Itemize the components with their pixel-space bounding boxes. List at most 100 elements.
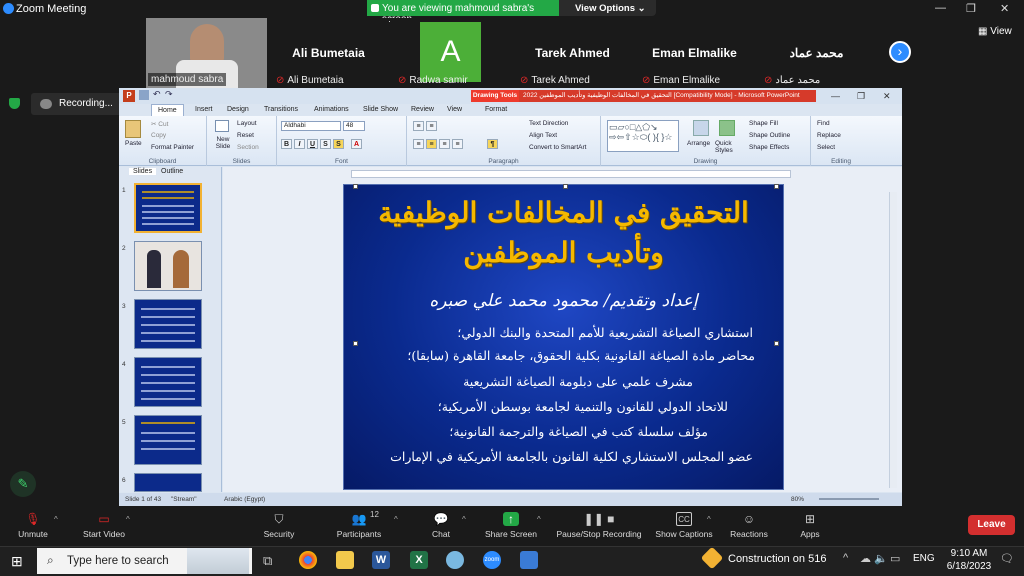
align-left-button[interactable]: ≡	[413, 139, 424, 149]
show-hidden-icons-chevron-icon[interactable]: ^	[843, 552, 848, 564]
chat-chevron-icon[interactable]: ^	[462, 515, 466, 524]
shapes-gallery[interactable]: ▭▱○□△⬠↘ ⇨⇦⇧☆⬭( ){ }☆	[607, 120, 679, 152]
ppt-restore-button[interactable]: ❐	[857, 91, 865, 102]
security-button[interactable]: ⛉ Security	[258, 506, 300, 546]
tab-animations[interactable]: Animations	[314, 106, 349, 113]
minimize-button[interactable]: —	[935, 2, 946, 14]
ppt-close-button[interactable]: ✕	[883, 91, 891, 102]
bold-button[interactable]: B	[281, 139, 292, 149]
annotate-pencil-icon[interactable]: ✎	[10, 471, 36, 497]
language-indicator[interactable]: Arabic (Egypt)	[224, 496, 265, 503]
weather-notification[interactable]: Construction on 516	[728, 553, 826, 565]
participant-tile-eman[interactable]: Eman Elmalike ⊘ Eman Elmalike	[634, 18, 755, 88]
apps-button[interactable]: ⊞ Apps	[796, 506, 824, 546]
slide-thumbnail[interactable]	[134, 415, 202, 465]
tab-format[interactable]: Format	[485, 106, 507, 113]
justify-button[interactable]: ≡	[452, 139, 463, 149]
reset-button[interactable]: Reset	[237, 132, 254, 139]
shape-outline-button[interactable]: Shape Outline	[749, 132, 790, 139]
tab-design[interactable]: Design	[227, 106, 249, 113]
italic-button[interactable]: I	[294, 139, 305, 149]
participant-tile-tarek[interactable]: Tarek Ahmed ⊘ Tarek Ahmed	[512, 18, 633, 88]
app-icon[interactable]	[446, 551, 464, 569]
resize-handle[interactable]	[774, 184, 779, 189]
clock-time[interactable]: 9:10 AM	[944, 548, 994, 559]
volume-icon[interactable]: 🔈	[874, 552, 888, 565]
file-explorer-icon[interactable]	[336, 551, 354, 569]
align-text-button[interactable]: Align Text	[529, 132, 557, 139]
tab-view[interactable]: View	[447, 106, 462, 113]
slide-thumbnail[interactable]	[134, 357, 202, 407]
font-color-button[interactable]: A	[351, 139, 362, 149]
slide-thumbnail[interactable]	[134, 241, 202, 291]
zoom-taskbar-icon[interactable]: zoom	[483, 551, 501, 569]
participant-tile-radwa[interactable]: A ⊘ Radwa samir	[390, 18, 511, 88]
battery-icon[interactable]: ▭	[890, 552, 900, 565]
tab-slides[interactable]: Slides	[129, 168, 157, 175]
language-indicator[interactable]: ENG	[913, 553, 935, 564]
show-captions-button[interactable]: CC Show Captions	[654, 506, 714, 546]
numbering-button[interactable]: ≡	[426, 121, 437, 131]
tab-transitions[interactable]: Transitions	[264, 106, 298, 113]
leave-button[interactable]: Leave	[968, 515, 1015, 535]
photos-icon[interactable]	[520, 551, 538, 569]
align-center-button[interactable]: ≡	[426, 139, 437, 149]
find-button[interactable]: Find	[817, 120, 830, 127]
shadow-button[interactable]: S	[333, 139, 344, 149]
font-name-select[interactable]: Aldhabi	[281, 121, 341, 131]
participant-tile-ali[interactable]: Ali Bumetaia ⊘ Ali Bumetaia	[268, 18, 389, 88]
slide-thumbnail[interactable]	[134, 183, 202, 233]
participant-tile-mahmoud[interactable]: mahmoud sabra	[146, 18, 267, 88]
share-chevron-icon[interactable]: ^	[537, 515, 541, 524]
task-view-icon[interactable]: ⧉	[263, 553, 272, 569]
audio-options-chevron-icon[interactable]: ^	[54, 515, 58, 524]
share-screen-button[interactable]: ↑ Share Screen	[484, 506, 538, 546]
close-button[interactable]: ✕	[1000, 2, 1009, 15]
tab-home[interactable]: Home	[151, 104, 184, 116]
copy-button[interactable]: Copy	[151, 132, 166, 139]
convert-smartart-button[interactable]: Convert to SmartArt	[529, 144, 586, 151]
undo-icon[interactable]: ↶	[153, 89, 161, 100]
shape-fill-button[interactable]: Shape Fill	[749, 120, 778, 127]
tab-review[interactable]: Review	[411, 106, 434, 113]
zoom-slider[interactable]	[819, 498, 879, 500]
encryption-shield-icon[interactable]	[9, 98, 20, 109]
slide[interactable]: التحقيق في المخالفات الوظيفية وتأديب الم…	[343, 184, 784, 490]
underline-button[interactable]: U	[307, 139, 318, 149]
save-icon[interactable]	[139, 90, 149, 100]
pause-recording-button[interactable]: ❚❚ ■ Pause/Stop Recording	[554, 506, 644, 546]
slide-thumbnail[interactable]	[134, 299, 202, 349]
chrome-icon[interactable]	[299, 551, 317, 569]
chat-button[interactable]: 💬 Chat	[426, 506, 456, 546]
resize-handle[interactable]	[353, 184, 358, 189]
word-icon[interactable]: W	[372, 551, 390, 569]
resize-handle[interactable]	[563, 184, 568, 189]
view-button[interactable]: ▦ View	[978, 26, 1012, 37]
network-icon[interactable]: ☁	[860, 552, 871, 565]
align-right-button[interactable]: ≡	[439, 139, 450, 149]
rtl-button[interactable]: ¶	[487, 139, 498, 149]
maximize-button[interactable]: ❐	[966, 2, 976, 15]
text-direction-button[interactable]: Text Direction	[529, 120, 568, 127]
captions-chevron-icon[interactable]: ^	[707, 515, 711, 524]
video-options-chevron-icon[interactable]: ^	[126, 515, 130, 524]
cut-button[interactable]: ✂ Cut	[151, 120, 168, 128]
bullets-button[interactable]: ≡	[413, 121, 424, 131]
section-button[interactable]: Section	[237, 144, 259, 151]
start-video-button[interactable]: ▭ Start Video	[78, 506, 130, 546]
redo-icon[interactable]: ↷	[165, 89, 173, 100]
vertical-scrollbar[interactable]	[889, 192, 897, 488]
slide-thumbnail[interactable]	[134, 473, 202, 492]
shape-effects-button[interactable]: Shape Effects	[749, 144, 789, 151]
ppt-minimize-button[interactable]: —	[831, 91, 840, 101]
paste-label[interactable]: Paste	[125, 140, 142, 147]
view-options-button[interactable]: View Options ⌄	[575, 3, 646, 14]
next-page-button[interactable]: ›	[889, 41, 911, 63]
zoom-percent[interactable]: 80%	[791, 496, 804, 503]
new-slide-label[interactable]: New Slide	[211, 136, 235, 150]
new-slide-icon[interactable]	[215, 120, 229, 132]
tab-outline[interactable]: Outline	[161, 168, 183, 175]
reactions-button[interactable]: ☺ Reactions	[728, 506, 770, 546]
arrange-icon[interactable]	[693, 120, 709, 136]
clock-date[interactable]: 6/18/2023	[940, 561, 998, 572]
